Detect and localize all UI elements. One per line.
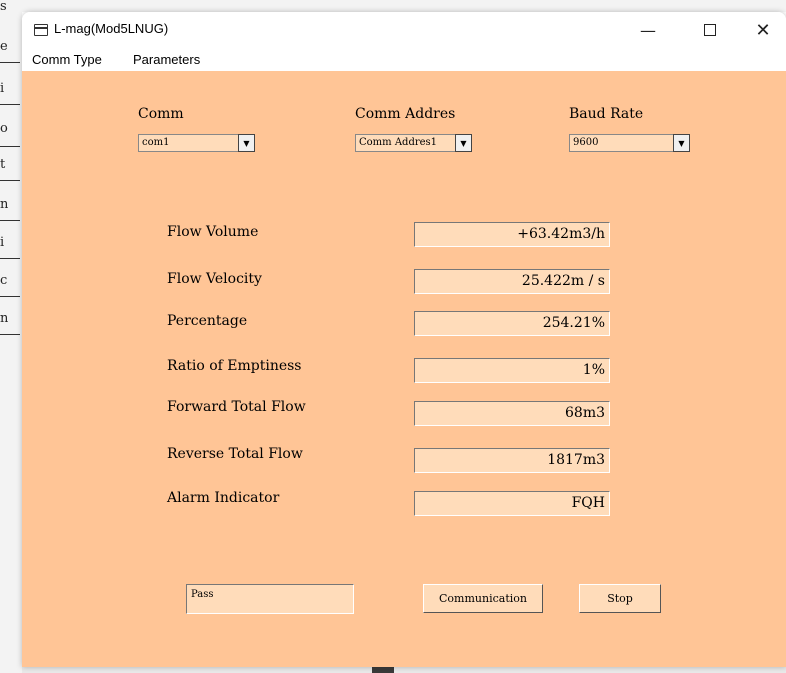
comm-label: Comm bbox=[138, 106, 184, 122]
app-window-icon bbox=[34, 24, 48, 36]
menu-comm-type[interactable]: Comm Type bbox=[32, 52, 102, 67]
percentage-label: Percentage bbox=[167, 313, 248, 329]
flow-volume-field: +63.42m3/h bbox=[414, 222, 610, 247]
alarm-indicator-field: FQH bbox=[414, 491, 610, 516]
status-field: Pass bbox=[186, 584, 354, 614]
ratio-of-emptiness-label: Ratio of Emptiness bbox=[167, 358, 302, 374]
comm-select[interactable]: com1 ▼ bbox=[138, 134, 255, 152]
flow-volume-label: Flow Volume bbox=[167, 224, 259, 240]
ratio-of-emptiness-field: 1% bbox=[414, 358, 610, 383]
forward-total-flow-field: 68m3 bbox=[414, 401, 610, 426]
app-window: L-mag(Mod5LNUG) — ✕ Comm Type Parameters… bbox=[22, 12, 786, 667]
flow-velocity-field: 25.422m / s bbox=[414, 269, 610, 294]
background-desktop: s e i o t n i c n bbox=[0, 0, 22, 673]
comm-address-select[interactable]: Comm Addres1 ▼ bbox=[355, 134, 472, 152]
alarm-indicator-label: Alarm Indicator bbox=[167, 490, 280, 506]
chevron-down-icon[interactable]: ▼ bbox=[455, 134, 472, 152]
background-top bbox=[22, 0, 786, 12]
chevron-down-icon[interactable]: ▼ bbox=[673, 134, 690, 152]
maximize-icon bbox=[704, 24, 716, 36]
maximize-button[interactable] bbox=[687, 12, 733, 48]
comm-address-select-value: Comm Addres1 bbox=[359, 137, 438, 148]
flow-velocity-label: Flow Velocity bbox=[167, 271, 262, 287]
window-title: L-mag(Mod5LNUG) bbox=[54, 21, 169, 36]
close-button[interactable]: ✕ bbox=[740, 12, 786, 48]
chevron-down-icon[interactable]: ▼ bbox=[238, 134, 255, 152]
communication-button[interactable]: Communication bbox=[423, 584, 543, 613]
baud-rate-label: Baud Rate bbox=[569, 106, 644, 122]
baud-rate-select[interactable]: 9600 ▼ bbox=[569, 134, 690, 152]
baud-rate-select-value: 9600 bbox=[573, 137, 599, 148]
comm-select-value: com1 bbox=[142, 137, 170, 148]
reverse-total-flow-label: Reverse Total Flow bbox=[167, 446, 303, 462]
comm-address-label: Comm Addres bbox=[355, 106, 456, 122]
title-bar: L-mag(Mod5LNUG) — ✕ bbox=[22, 12, 786, 48]
minimize-button[interactable]: — bbox=[625, 12, 671, 48]
stop-button[interactable]: Stop bbox=[579, 584, 661, 613]
menu-bar: Comm Type Parameters bbox=[22, 49, 786, 71]
menu-parameters[interactable]: Parameters bbox=[133, 52, 200, 67]
main-panel: Comm Comm Addres Baud Rate com1 ▼ Comm A… bbox=[22, 71, 786, 667]
forward-total-flow-label: Forward Total Flow bbox=[167, 399, 306, 415]
reverse-total-flow-field: 1817m3 bbox=[414, 448, 610, 473]
percentage-field: 254.21% bbox=[414, 311, 610, 336]
